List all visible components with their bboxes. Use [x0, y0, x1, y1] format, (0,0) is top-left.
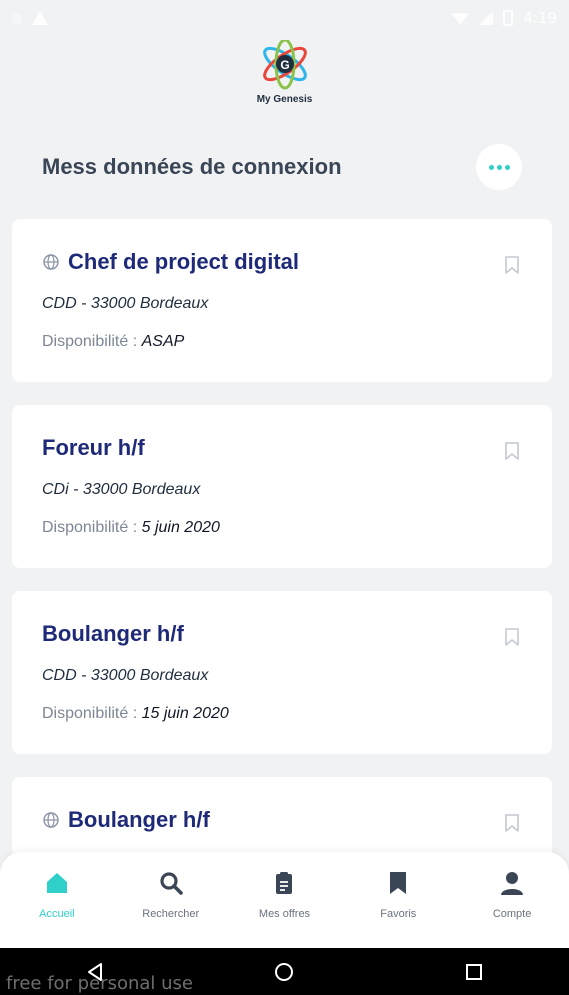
wifi-icon	[451, 13, 470, 25]
bookmark-icon[interactable]	[504, 627, 520, 647]
genesis-logo-icon: G	[262, 40, 307, 90]
bookmark-icon[interactable]	[504, 441, 520, 461]
dot-icon	[488, 164, 494, 170]
job-card[interactable]: Boulanger h/f CDD - 33000 Bordeaux Dispo…	[12, 591, 552, 754]
clipboard-icon	[276, 872, 293, 894]
bookmark-icon[interactable]	[504, 255, 520, 275]
bookmark-icon[interactable]	[504, 813, 520, 833]
tab-rechercher[interactable]: Rechercher	[116, 870, 226, 948]
job-title[interactable]: Boulanger h/f	[68, 807, 210, 833]
job-availability: Disponibilité : 15 juin 2020	[42, 705, 229, 723]
tab-label: Compte	[492, 908, 532, 920]
search-icon	[160, 872, 183, 895]
warning-icon	[32, 11, 49, 25]
availability-value: 5 juin 2020	[141, 519, 220, 536]
app-logo: G My Genesis	[0, 40, 569, 105]
brand-name: My Genesis	[256, 94, 313, 105]
user-icon	[501, 872, 524, 895]
tab-favoris[interactable]: Favoris	[343, 870, 453, 948]
svg-text:G: G	[280, 58, 289, 72]
home-circle-icon	[275, 962, 294, 981]
recents-square-icon	[466, 963, 483, 980]
job-title[interactable]: Foreur h/f	[42, 435, 145, 461]
job-title[interactable]: Boulanger h/f	[42, 621, 184, 647]
job-contract: CDD - 33000 Bordeaux	[42, 667, 209, 684]
tab-label: Accueil	[39, 908, 75, 920]
bookmark-icon	[390, 872, 407, 894]
availability-label: Disponibilité :	[42, 705, 138, 722]
availability-value: ASAP	[141, 333, 185, 350]
job-card[interactable]: Chef de project digital CDD - 33000 Bord…	[12, 219, 552, 382]
home-icon	[46, 873, 67, 893]
section-header: Mess données de connexion	[42, 144, 522, 190]
dot-icon	[496, 164, 502, 170]
job-title[interactable]: Chef de project digital	[68, 249, 299, 275]
job-availability: Disponibilité : 5 juin 2020	[42, 519, 220, 537]
watermark-text: free for personal use	[6, 973, 193, 994]
job-card[interactable]: Foreur h/f CDi - 33000 Bordeaux Disponib…	[12, 405, 552, 568]
home-button[interactable]	[264, 952, 304, 992]
tab-label: Mes offres	[258, 908, 311, 920]
status-time: 4:19	[523, 9, 557, 27]
recents-button[interactable]	[454, 952, 494, 992]
tab-label: Rechercher	[142, 908, 200, 920]
globe-icon	[43, 254, 59, 270]
job-contract: CDD - 33000 Bordeaux	[42, 295, 209, 312]
availability-label: Disponibilité :	[42, 333, 138, 350]
job-availability: Disponibilité : ASAP	[42, 333, 184, 351]
tab-compte[interactable]: Compte	[457, 870, 567, 948]
battery-icon	[503, 10, 514, 26]
section-title: Mess données de connexion	[42, 154, 342, 179]
notification-icon: ◎	[12, 11, 23, 25]
tab-accueil[interactable]: Accueil	[2, 870, 112, 948]
job-contract: CDi - 33000 Bordeaux	[42, 481, 201, 498]
globe-icon	[43, 812, 59, 828]
tab-label: Favoris	[380, 908, 417, 920]
more-options-button[interactable]	[476, 144, 522, 190]
dot-icon	[504, 164, 510, 170]
signal-icon	[479, 11, 494, 25]
availability-label: Disponibilité :	[42, 519, 138, 536]
tab-mes-offres[interactable]: Mes offres	[229, 870, 339, 948]
bottom-tab-bar: Accueil Rechercher Mes offres Favoris Co…	[0, 852, 569, 948]
availability-value: 15 juin 2020	[141, 705, 229, 722]
status-bar: ◎ 4:19	[0, 0, 569, 36]
